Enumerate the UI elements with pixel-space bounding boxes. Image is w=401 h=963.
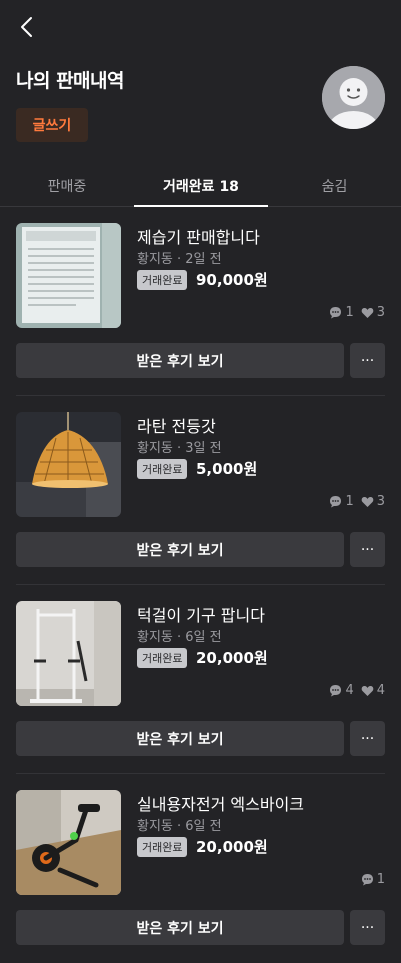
rattan-lampshade-image bbox=[16, 412, 121, 517]
tab-selling[interactable]: 판매중 bbox=[0, 166, 134, 206]
write-button[interactable]: 글쓰기 bbox=[16, 108, 88, 142]
tab-completed[interactable]: 거래완료 18 bbox=[134, 166, 268, 207]
item-price: 20,000원 bbox=[196, 649, 268, 667]
item-title: 실내용자전거 엑스바이크 bbox=[137, 795, 305, 814]
status-badge: 거래완료 bbox=[137, 270, 188, 290]
more-options-button[interactable]: ··· bbox=[350, 910, 385, 945]
status-badge: 거래완료 bbox=[137, 837, 188, 857]
chat-count: 4 bbox=[345, 683, 354, 698]
chat-icon bbox=[330, 496, 342, 508]
view-review-button[interactable]: 받은 후기 보기 bbox=[16, 532, 344, 567]
view-review-button[interactable]: 받은 후기 보기 bbox=[16, 910, 344, 945]
item-meta: 황지동 · 6일 전 bbox=[137, 630, 222, 645]
status-badge: 거래완료 bbox=[137, 648, 188, 668]
item-meta: 황지동 · 6일 전 bbox=[137, 819, 222, 834]
heart-icon bbox=[361, 308, 374, 318]
dehumidifier-label-image bbox=[16, 223, 121, 328]
item-title: 라탄 전등갓 bbox=[137, 417, 216, 436]
item-price: 20,000원 bbox=[196, 838, 268, 856]
item-counts: 1 3 bbox=[329, 494, 385, 509]
avatar[interactable] bbox=[322, 66, 385, 129]
item-meta: 황지동 · 3일 전 bbox=[137, 441, 222, 456]
pullup-bar-image bbox=[16, 601, 121, 706]
item-title: 턱걸이 기구 팝니다 bbox=[137, 606, 265, 625]
view-review-button[interactable]: 받은 후기 보기 bbox=[16, 343, 344, 378]
chat-count: 1 bbox=[345, 494, 354, 509]
like-count: 4 bbox=[376, 683, 385, 698]
item-counts: 1 3 bbox=[329, 305, 385, 320]
tab-bar: 판매중 거래완료 18 숨김 bbox=[0, 166, 401, 207]
chat-icon bbox=[330, 307, 342, 319]
more-options-button[interactable]: ··· bbox=[350, 721, 385, 756]
item-counts: 4 4 bbox=[329, 683, 385, 698]
heart-icon bbox=[361, 686, 374, 696]
list-item[interactable]: 턱걸이 기구 팝니다 황지동 · 6일 전 거래완료 20,000원 4 4 받… bbox=[0, 585, 401, 774]
back-button[interactable] bbox=[14, 14, 40, 40]
chat-icon bbox=[330, 685, 342, 697]
status-badge: 거래완료 bbox=[137, 459, 188, 479]
like-count: 3 bbox=[376, 305, 385, 320]
item-price: 90,000원 bbox=[196, 271, 268, 289]
item-thumbnail bbox=[16, 601, 121, 706]
list-item[interactable]: 라탄 전등갓 황지동 · 3일 전 거래완료 5,000원 1 3 받은 후기 … bbox=[0, 396, 401, 585]
like-count: 3 bbox=[376, 494, 385, 509]
item-counts: 1 bbox=[361, 872, 385, 887]
item-thumbnail bbox=[16, 412, 121, 517]
tab-hidden[interactable]: 숨김 bbox=[268, 166, 401, 206]
list-item[interactable]: 실내용자전거 엑스바이크 황지동 · 6일 전 거래완료 20,000원 1 받… bbox=[0, 774, 401, 963]
item-price: 5,000원 bbox=[196, 460, 258, 478]
item-title: 제습기 판매합니다 bbox=[137, 228, 260, 247]
item-thumbnail bbox=[16, 790, 121, 895]
exercise-bike-image bbox=[16, 790, 121, 895]
chevron-left-icon bbox=[21, 17, 32, 37]
heart-icon bbox=[361, 497, 374, 507]
user-avatar-icon bbox=[322, 66, 385, 129]
chat-icon bbox=[361, 874, 373, 886]
more-options-button[interactable]: ··· bbox=[350, 343, 385, 378]
page-title: 나의 판매내역 bbox=[16, 70, 125, 92]
item-meta: 황지동 · 2일 전 bbox=[137, 252, 222, 267]
chat-count: 1 bbox=[376, 872, 385, 887]
view-review-button[interactable]: 받은 후기 보기 bbox=[16, 721, 344, 756]
chat-count: 1 bbox=[345, 305, 354, 320]
item-thumbnail bbox=[16, 223, 121, 328]
list-item[interactable]: 제습기 판매합니다 황지동 · 2일 전 거래완료 90,000원 1 3 받은… bbox=[0, 207, 401, 396]
more-options-button[interactable]: ··· bbox=[350, 532, 385, 567]
